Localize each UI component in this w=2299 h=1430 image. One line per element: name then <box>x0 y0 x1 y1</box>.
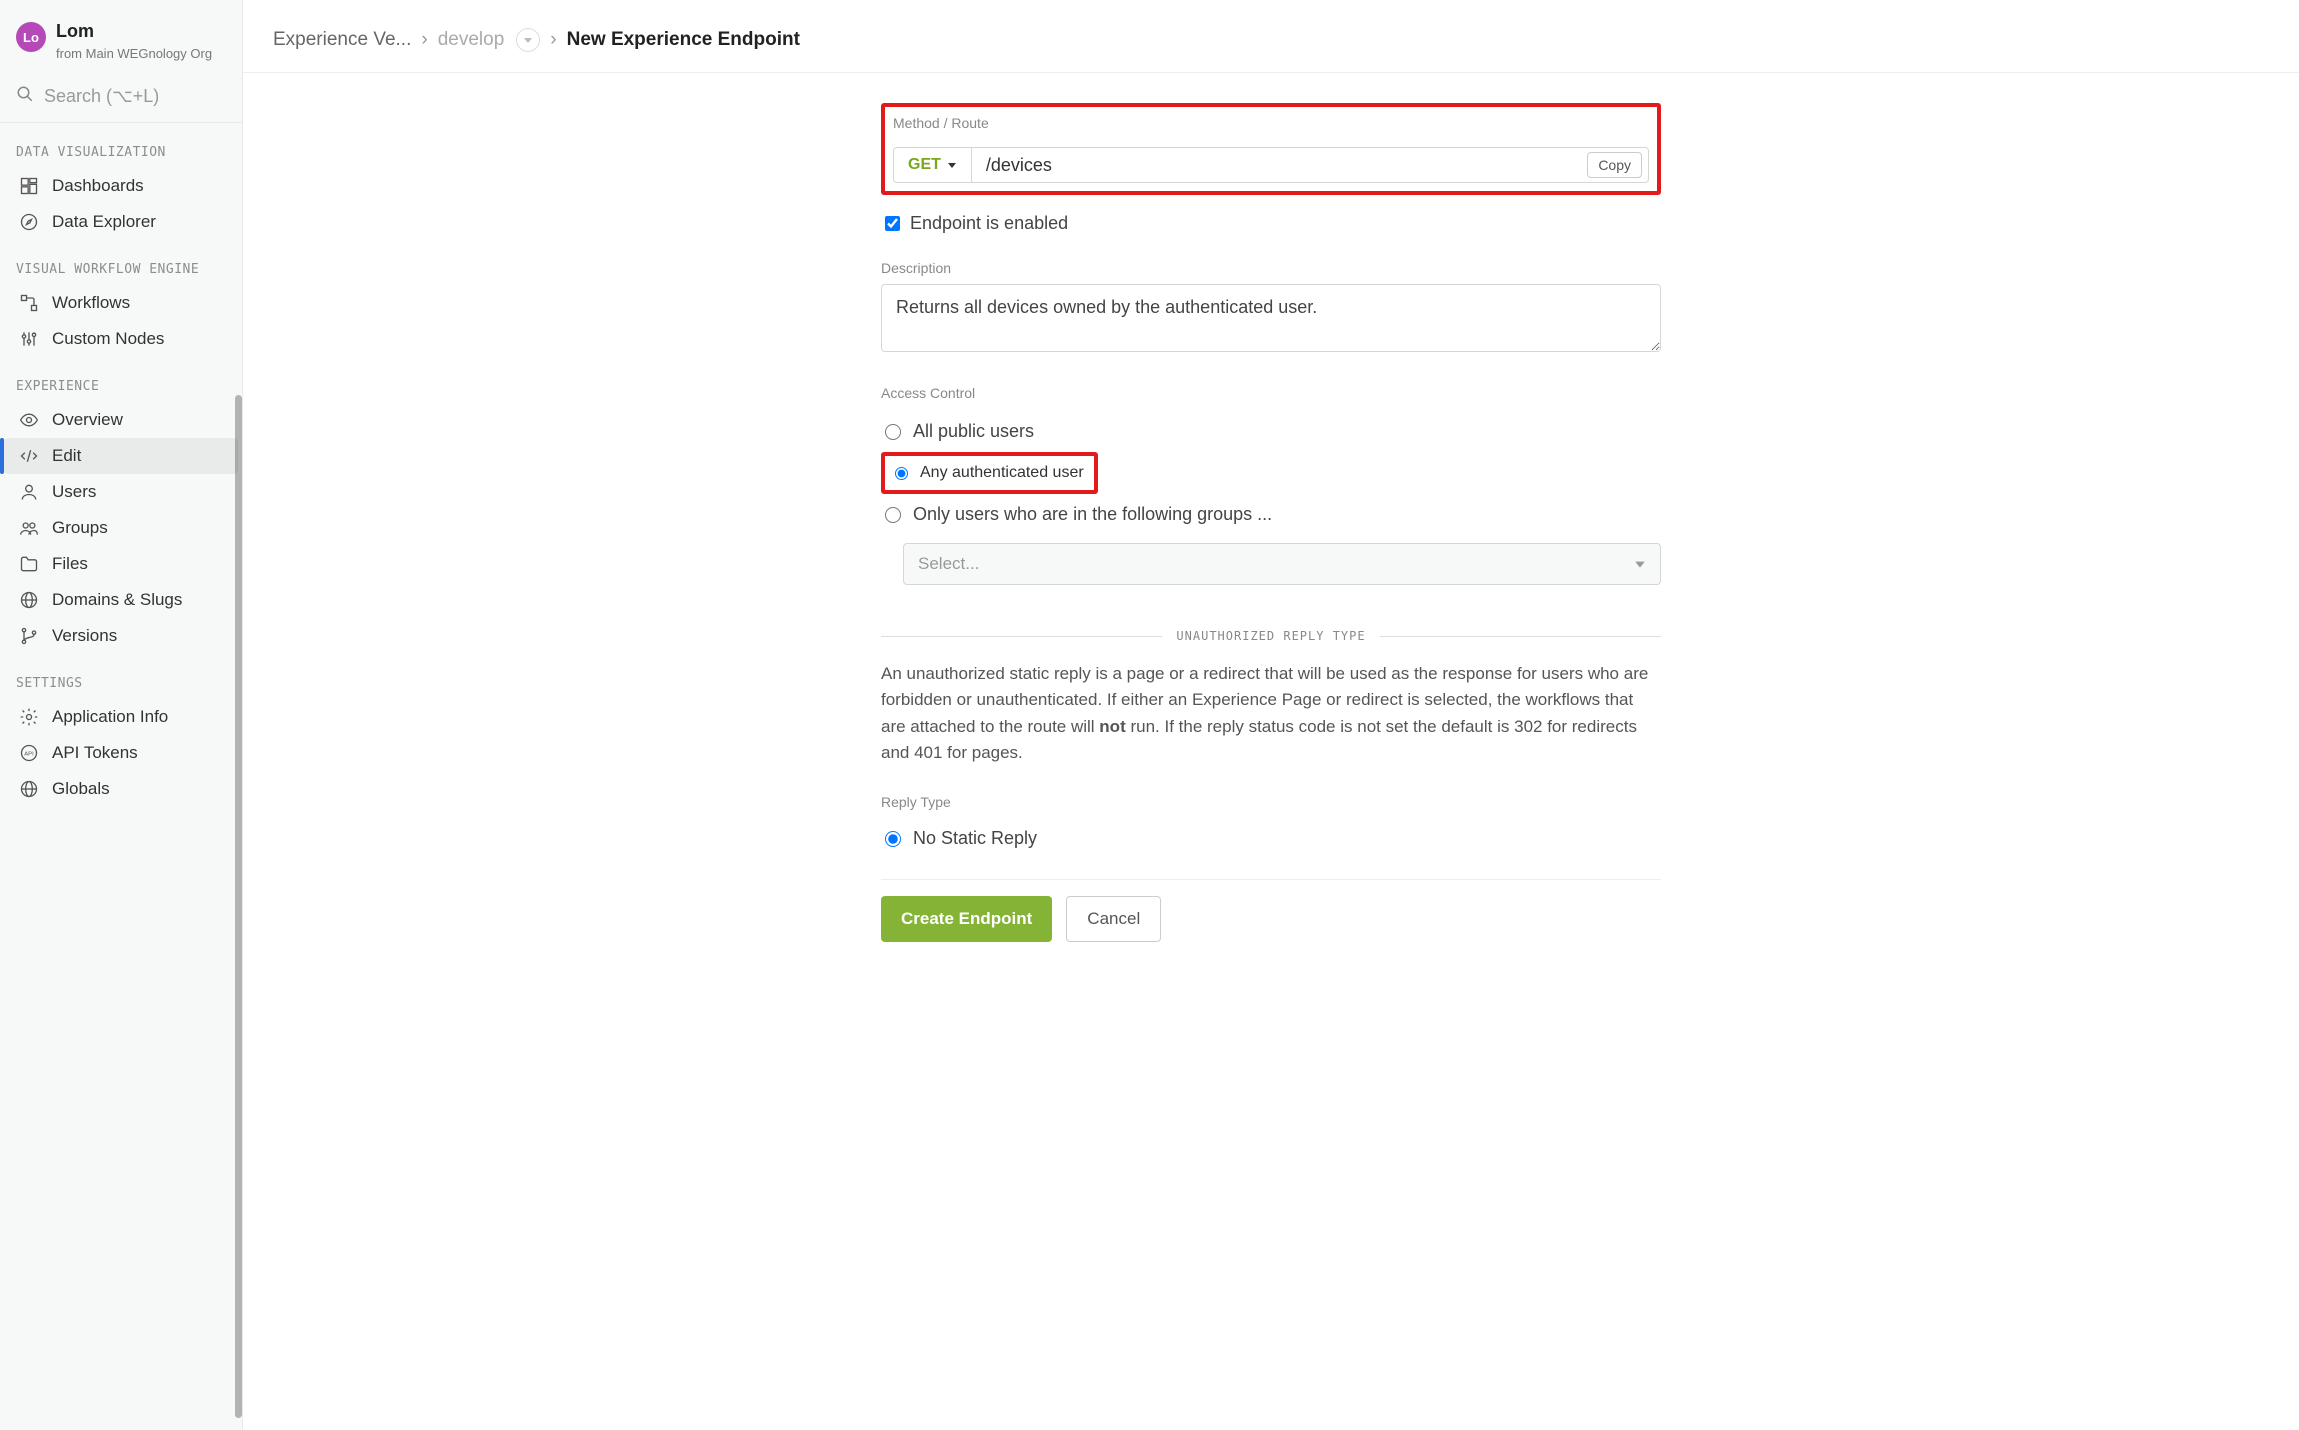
sidebar-item-versions[interactable]: Versions <box>4 618 238 654</box>
description-label: Description <box>881 260 1661 276</box>
code-icon <box>18 446 40 466</box>
search-placeholder: Search (⌥+L) <box>44 86 159 107</box>
endpoint-enabled-checkbox[interactable]: Endpoint is enabled <box>885 213 1661 234</box>
user-icon <box>18 482 40 502</box>
divider-text: UNAUTHORIZED REPLY TYPE <box>1162 629 1379 643</box>
section-label-settings: SETTINGS <box>0 654 242 699</box>
reply-option-no-static[interactable]: No Static Reply <box>881 818 1661 859</box>
sidebar-item-overview[interactable]: Overview <box>4 402 238 438</box>
gear-icon <box>18 707 40 727</box>
radio-input[interactable] <box>895 467 908 480</box>
copy-button[interactable]: Copy <box>1587 152 1642 178</box>
globe-icon <box>18 779 40 799</box>
sliders-icon <box>18 329 40 349</box>
select-placeholder: Select... <box>918 554 979 574</box>
section-label-data-viz: DATA VISUALIZATION <box>0 123 242 168</box>
sidebar-item-api-tokens[interactable]: API API Tokens <box>4 735 238 771</box>
folder-icon <box>18 554 40 574</box>
access-option-authenticated[interactable]: Any authenticated user <box>881 452 1098 494</box>
main: Experience Ve... › develop › New Experie… <box>243 0 2299 1430</box>
search-input[interactable]: Search (⌥+L) <box>0 75 242 123</box>
method-route-label: Method / Route <box>893 115 1649 131</box>
sidebar-item-edit[interactable]: Edit <box>4 438 238 474</box>
radio-label: Any authenticated user <box>920 464 1084 482</box>
sidebar-item-label: Application Info <box>52 707 168 727</box>
sidebar-item-workflows[interactable]: Workflows <box>4 285 238 321</box>
avatar[interactable]: Lo <box>16 22 46 52</box>
form-footer: Create Endpoint Cancel <box>881 879 1661 942</box>
sidebar-item-label: Groups <box>52 518 108 538</box>
sidebar-item-label: Domains & Slugs <box>52 590 182 610</box>
sidebar-item-label: Overview <box>52 410 123 430</box>
breadcrumb-current: New Experience Endpoint <box>567 29 800 51</box>
sidebar-item-globals[interactable]: Globals <box>4 771 238 807</box>
api-icon: API <box>18 743 40 763</box>
sidebar-item-files[interactable]: Files <box>4 546 238 582</box>
unauthorized-help-text: An unauthorized static reply is a page o… <box>881 661 1661 766</box>
dashboard-icon <box>18 176 40 196</box>
method-select[interactable]: GET <box>893 147 972 183</box>
sidebar-item-label: API Tokens <box>52 743 138 763</box>
breadcrumb-first[interactable]: Experience Ve... <box>273 29 411 51</box>
svg-text:API: API <box>24 751 34 757</box>
enabled-checkbox-input[interactable] <box>885 216 900 231</box>
chevron-down-icon <box>947 160 957 170</box>
reply-type-label: Reply Type <box>881 794 1661 810</box>
sidebar-item-label: Users <box>52 482 96 502</box>
access-option-groups[interactable]: Only users who are in the following grou… <box>881 494 1661 535</box>
access-control-label: Access Control <box>881 385 1661 401</box>
workflow-icon <box>18 293 40 313</box>
sidebar-item-label: Globals <box>52 779 110 799</box>
sidebar-item-label: Data Explorer <box>52 212 156 232</box>
sidebar-item-label: Workflows <box>52 293 130 313</box>
section-label-workflow: VISUAL WORKFLOW ENGINE <box>0 240 242 285</box>
sidebar-header: Lo Lom from Main WEGnology Org <box>0 0 242 75</box>
sidebar-item-app-info[interactable]: Application Info <box>4 699 238 735</box>
eye-icon <box>18 410 40 430</box>
radio-label: No Static Reply <box>913 828 1037 849</box>
section-label-experience: EXPERIENCE <box>0 357 242 402</box>
sidebar: Lo Lom from Main WEGnology Org Search (⌥… <box>0 0 243 1430</box>
method-route-highlight: Method / Route GET Copy <box>881 103 1661 195</box>
chevron-down-icon <box>1634 558 1646 570</box>
enabled-label: Endpoint is enabled <box>910 213 1068 234</box>
description-textarea[interactable]: Returns all devices owned by the authent… <box>881 284 1661 352</box>
sidebar-item-label: Edit <box>52 446 81 466</box>
method-value: GET <box>908 156 941 174</box>
sidebar-item-label: Files <box>52 554 88 574</box>
access-option-public[interactable]: All public users <box>881 411 1661 452</box>
users-icon <box>18 518 40 538</box>
radio-input[interactable] <box>885 831 901 847</box>
radio-input[interactable] <box>885 424 901 440</box>
breadcrumb: Experience Ve... › develop › New Experie… <box>243 0 2299 73</box>
user-org: from Main WEGnology Org <box>56 46 212 61</box>
chevron-right-icon: › <box>421 29 427 51</box>
create-endpoint-button[interactable]: Create Endpoint <box>881 896 1052 942</box>
sidebar-item-domains[interactable]: Domains & Slugs <box>4 582 238 618</box>
search-icon <box>16 85 34 108</box>
sidebar-item-data-explorer[interactable]: Data Explorer <box>4 204 238 240</box>
branch-icon <box>18 626 40 646</box>
sidebar-item-label: Dashboards <box>52 176 144 196</box>
compass-icon <box>18 212 40 232</box>
radio-label: All public users <box>913 421 1034 442</box>
globe-icon <box>18 590 40 610</box>
sidebar-item-custom-nodes[interactable]: Custom Nodes <box>4 321 238 357</box>
route-input[interactable] <box>986 155 1587 176</box>
sidebar-item-groups[interactable]: Groups <box>4 510 238 546</box>
chevron-right-icon: › <box>550 29 556 51</box>
radio-input[interactable] <box>885 507 901 523</box>
radio-label: Only users who are in the following grou… <box>913 504 1272 525</box>
scrollbar[interactable] <box>235 395 242 1418</box>
group-select[interactable]: Select... <box>903 543 1661 585</box>
sidebar-item-label: Versions <box>52 626 117 646</box>
branch-dropdown[interactable] <box>516 28 540 52</box>
user-name: Lom <box>56 22 212 42</box>
sidebar-item-users[interactable]: Users <box>4 474 238 510</box>
sidebar-item-dashboards[interactable]: Dashboards <box>4 168 238 204</box>
cancel-button[interactable]: Cancel <box>1066 896 1161 942</box>
unauthorized-divider: UNAUTHORIZED REPLY TYPE <box>881 629 1661 643</box>
sidebar-item-label: Custom Nodes <box>52 329 164 349</box>
breadcrumb-branch[interactable]: develop <box>438 29 505 51</box>
